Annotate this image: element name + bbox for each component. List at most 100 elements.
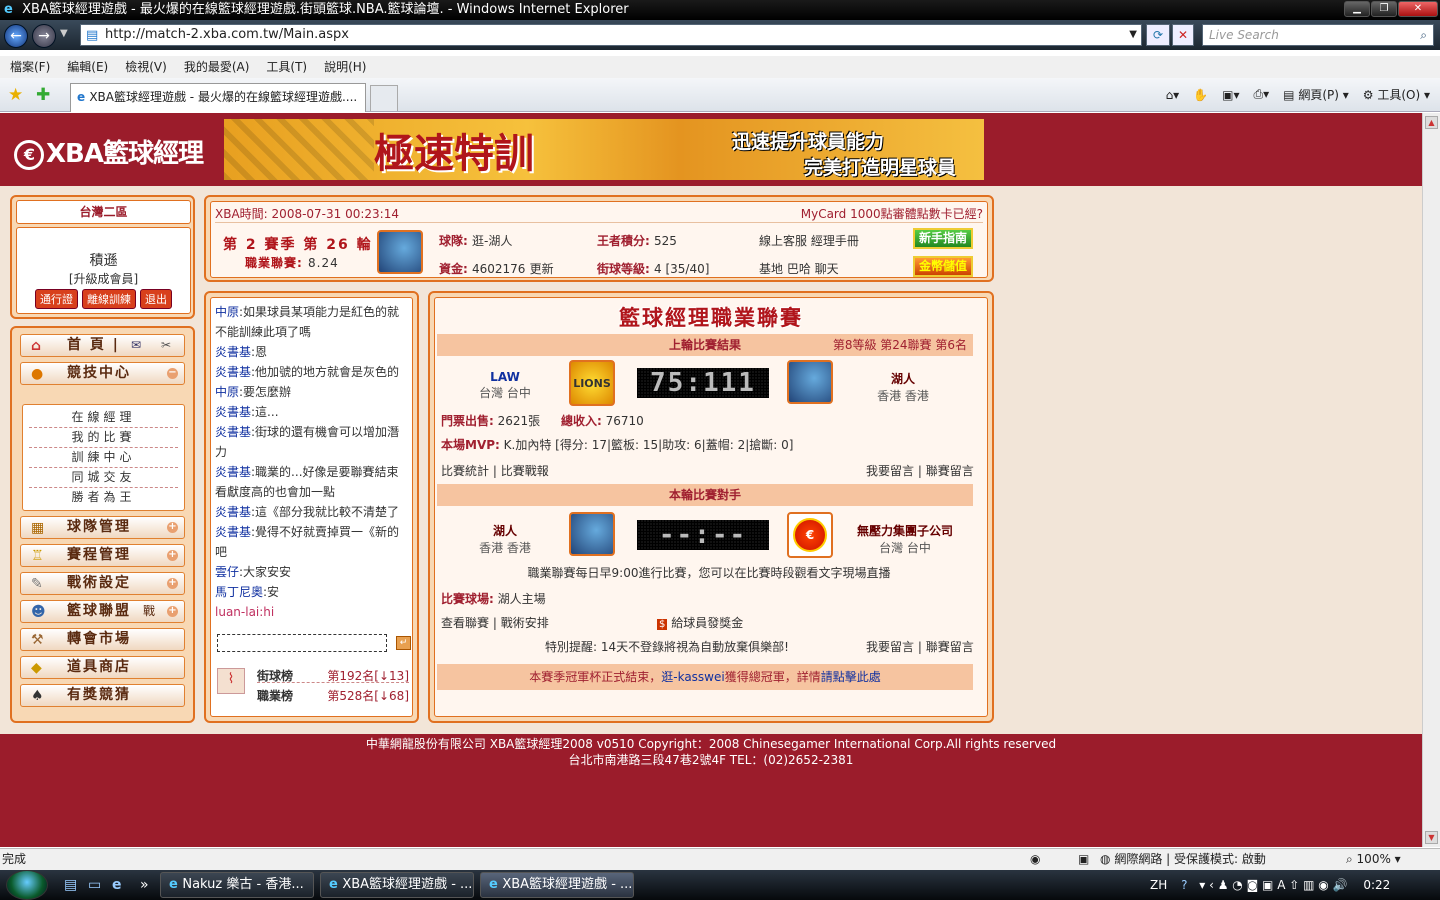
- language-indicator[interactable]: ZH: [1150, 878, 1167, 892]
- settings-icon[interactable]: ✂: [161, 335, 171, 356]
- search-icon[interactable]: ⌕: [1420, 25, 1427, 45]
- home-icon[interactable]: ⌂▾: [1166, 88, 1180, 102]
- menu-favorites[interactable]: 我的最愛(A): [184, 56, 250, 78]
- next-away-name[interactable]: 無壓力集團子公司: [845, 522, 965, 539]
- rss-icon[interactable]: ▣▾: [1222, 88, 1239, 102]
- minimize-button[interactable]: ▁: [1344, 1, 1370, 17]
- search-input[interactable]: Live Search ⌕: [1202, 24, 1434, 46]
- popup-icon[interactable]: ▣: [1078, 849, 1089, 870]
- upgrade-member-link[interactable]: [升級成會員]: [17, 270, 190, 287]
- scroll-down-icon[interactable]: ▼: [1425, 831, 1438, 844]
- submenu-local-friends[interactable]: 同城交友: [29, 468, 178, 488]
- passport-button[interactable]: 通行證: [35, 289, 78, 309]
- close-window-button[interactable]: ✕: [1398, 1, 1438, 17]
- tab-xba[interactable]: e XBA籃球經理遊戲 - 最火爆的在線籃球經理遊戲....: [70, 83, 366, 112]
- chat-sender[interactable]: 炎書基: [215, 345, 251, 359]
- nav-team[interactable]: ▦ 球隊管理 +: [20, 516, 185, 539]
- chat-sender[interactable]: 中原: [215, 385, 239, 399]
- nav-league[interactable]: ☻ 籃球聯盟戰 +: [20, 600, 185, 623]
- nav-guess[interactable]: ♠ 有獎競猜: [20, 684, 185, 707]
- expand-icon[interactable]: +: [167, 606, 178, 617]
- nav-home[interactable]: ⌂ 首 頁 | ✉ ✂: [20, 334, 185, 357]
- bonus-link[interactable]: $ 給球員發獎金: [657, 614, 743, 631]
- favorites-star-icon[interactable]: ★: [8, 85, 23, 105]
- last-away-name[interactable]: 湖人: [853, 370, 953, 387]
- site-logo[interactable]: € XBA籃球經理: [14, 133, 204, 170]
- last-home-name[interactable]: LAW: [455, 370, 555, 384]
- ie-quicklaunch-icon[interactable]: e: [112, 877, 122, 893]
- marquee-text[interactable]: MyCard 1000點審體點數卡已經?: [801, 205, 983, 222]
- new-tab-button[interactable]: [370, 85, 398, 111]
- nav-tactics[interactable]: ✎ 戰術設定 +: [20, 572, 185, 595]
- expand-icon[interactable]: +: [167, 578, 178, 589]
- nav-shop[interactable]: ◆ 道具商店: [20, 656, 185, 679]
- match-report-link[interactable]: 比賽戰報: [501, 464, 549, 478]
- leave-comment-link[interactable]: 我要留言: [866, 464, 914, 478]
- forward-button[interactable]: →: [32, 24, 56, 48]
- chat-send-button[interactable]: ↵: [396, 636, 411, 650]
- task-nakuz[interactable]: e Nakuz 樂古 - 香港...: [160, 872, 314, 898]
- support-links[interactable]: 線上客服 經理手冊: [759, 232, 859, 249]
- history-dropdown-icon[interactable]: ▼: [60, 28, 68, 39]
- chat-input[interactable]: [217, 634, 387, 652]
- deposit-button[interactable]: 金幣儲值: [913, 256, 974, 277]
- vertical-scrollbar[interactable]: ▲ ▼: [1422, 113, 1440, 847]
- quicklaunch-more-icon[interactable]: »: [140, 877, 149, 893]
- league-comment-link[interactable]: 聯賽留言: [926, 464, 974, 478]
- next-home-name[interactable]: 湖人: [455, 522, 555, 539]
- menu-edit[interactable]: 編輯(E): [67, 56, 108, 78]
- league-comment-link-2[interactable]: 聯賽留言: [926, 640, 974, 654]
- submenu-online-managers[interactable]: 在線經理: [29, 408, 178, 428]
- mail-icon[interactable]: ✉: [131, 335, 141, 356]
- clock[interactable]: 0:22: [1363, 878, 1390, 892]
- stop-button[interactable]: ✕: [1172, 24, 1194, 46]
- refresh-button[interactable]: ⟳: [1146, 24, 1170, 46]
- chat-sender[interactable]: 雲仔: [215, 565, 239, 579]
- start-button[interactable]: [6, 870, 48, 900]
- tactics-link[interactable]: 戰術安排: [501, 616, 549, 630]
- view-league-link[interactable]: 查看聯賽: [441, 616, 489, 630]
- print-icon[interactable]: ⎙▾: [1254, 87, 1270, 102]
- menu-tools[interactable]: 工具(T): [266, 56, 307, 78]
- switch-windows-icon[interactable]: ▭: [88, 877, 101, 893]
- nav-arena[interactable]: ● 競技中心 −: [20, 362, 185, 385]
- chat-sender[interactable]: 中原: [215, 305, 239, 319]
- back-button[interactable]: ←: [4, 24, 28, 48]
- pan-icon[interactable]: ✋: [1193, 88, 1208, 102]
- chat-sender[interactable]: 炎書基: [215, 365, 251, 379]
- community-links[interactable]: 基地 巴哈 聊天: [759, 260, 839, 277]
- submenu-my-matches[interactable]: 我的比賽: [29, 428, 178, 448]
- expand-icon[interactable]: +: [167, 522, 178, 533]
- chat-sender[interactable]: 炎書基: [215, 465, 251, 479]
- scroll-up-icon[interactable]: ▲: [1425, 116, 1438, 129]
- nav-transfer[interactable]: ⚒ 轉會市場: [20, 628, 185, 651]
- chat-sender[interactable]: 炎書基: [215, 425, 251, 439]
- menu-file[interactable]: 檔案(F): [10, 56, 50, 78]
- tools-menu[interactable]: ⚙ 工具(O) ▾: [1363, 86, 1430, 103]
- match-stats-link[interactable]: 比賽統計: [441, 464, 489, 478]
- zoom-control[interactable]: ⌕ 100% ▾: [1346, 849, 1401, 870]
- help-icon[interactable]: ?: [1181, 878, 1187, 892]
- add-favorite-icon[interactable]: ✚: [36, 85, 50, 105]
- url-dropdown-icon[interactable]: ▼: [1129, 25, 1137, 45]
- page-menu[interactable]: ▤ 網頁(P) ▾: [1283, 86, 1349, 103]
- promo-banner[interactable]: 極速特訓 迅速提升球員能力 完美打造明星球員: [224, 119, 984, 180]
- offline-training-button[interactable]: 離線訓練: [82, 289, 136, 309]
- submenu-training-center[interactable]: 訓練中心: [29, 448, 178, 468]
- privacy-icon[interactable]: ◉: [1030, 849, 1040, 870]
- nav-schedule[interactable]: ♖ 賽程管理 +: [20, 544, 185, 567]
- chat-sender[interactable]: luan-lai: [215, 605, 259, 619]
- maximize-button[interactable]: ❐: [1371, 1, 1397, 17]
- leave-comment-link-2[interactable]: 我要留言: [866, 640, 914, 654]
- collapse-icon[interactable]: −: [167, 368, 178, 379]
- expand-icon[interactable]: +: [167, 550, 178, 561]
- address-input[interactable]: ▤ http://match-2.xba.com.tw/Main.aspx ▼: [80, 24, 1142, 46]
- menu-help[interactable]: 說明(H): [324, 56, 366, 78]
- chat-sender[interactable]: 炎書基: [215, 505, 251, 519]
- newbie-guide-button[interactable]: 新手指南: [913, 228, 974, 249]
- chat-sender[interactable]: 炎書基: [215, 525, 251, 539]
- tray-icons[interactable]: ▾ ‹ ♟ ◔ ◙ ▣ A ⇧ ▥ ◉ 🔊: [1199, 878, 1347, 892]
- chat-sender[interactable]: 炎書基: [215, 405, 251, 419]
- details-link[interactable]: 請點擊此處: [821, 670, 881, 684]
- task-xba-1[interactable]: e XBA籃球經理遊戲 - ...: [320, 872, 474, 898]
